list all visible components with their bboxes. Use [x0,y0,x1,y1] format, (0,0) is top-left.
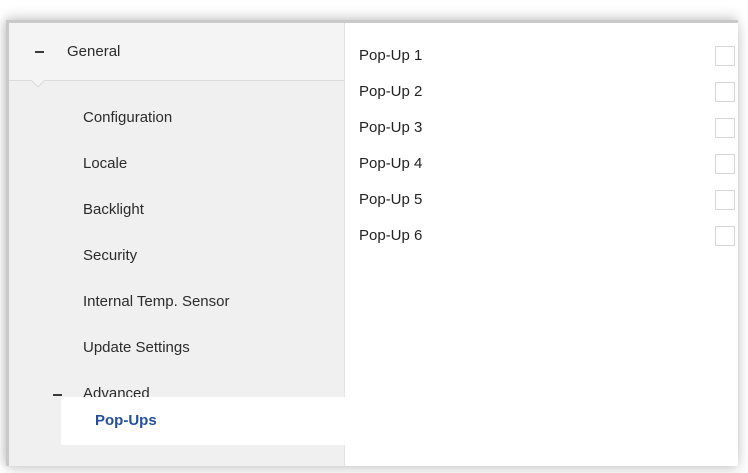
popup-5-checkbox[interactable] [715,190,735,210]
popup-row-2: Pop-Up 2 [359,77,735,107]
popup-6-checkbox[interactable] [715,226,735,246]
group-general-label: General [67,43,121,60]
popup-row-4: Pop-Up 4 [359,149,735,179]
settings-window: General Configuration Locale Backlight S… [6,20,738,466]
popup-2-checkbox[interactable] [715,82,735,102]
sidebar-item-pop-ups-label: Pop-Ups [95,412,157,429]
popup-row-5: Pop-Up 5 [359,185,735,215]
popup-1-checkbox[interactable] [715,46,735,66]
popup-5-label: Pop-Up 5 [359,191,423,208]
sidebar-item-backlight[interactable]: Backlight [83,193,144,227]
sidebar-tree: General Configuration Locale Backlight S… [9,23,349,466]
sidebar-item-locale[interactable]: Locale [83,147,127,181]
sidebar-item-update-settings[interactable]: Update Settings [83,331,190,365]
popup-2-label: Pop-Up 2 [359,83,423,100]
popup-3-checkbox[interactable] [715,118,735,138]
popup-row-6: Pop-Up 6 [359,221,735,251]
collapse-general-icon[interactable] [35,51,44,53]
popup-4-checkbox[interactable] [715,154,735,174]
popup-1-label: Pop-Up 1 [359,47,423,64]
popup-4-label: Pop-Up 4 [359,155,423,172]
sidebar-item-security[interactable]: Security [83,239,137,273]
popup-3-label: Pop-Up 3 [359,119,423,136]
sidebar-item-pop-ups[interactable]: Pop-Ups [61,397,349,445]
popup-6-label: Pop-Up 6 [359,227,423,244]
sidebar-item-configuration[interactable]: Configuration [83,101,172,135]
caret-down-icon [31,80,45,88]
sidebar-item-internal-temp-sensor[interactable]: Internal Temp. Sensor [83,285,229,319]
popup-row-3: Pop-Up 3 [359,113,735,143]
group-general-header[interactable]: General [9,23,344,88]
popups-panel: Pop-Up 1 Pop-Up 2 Pop-Up 3 Pop-Up 4 Pop-… [345,23,738,466]
collapse-advanced-icon[interactable] [53,394,62,396]
popup-row-1: Pop-Up 1 [359,41,735,71]
